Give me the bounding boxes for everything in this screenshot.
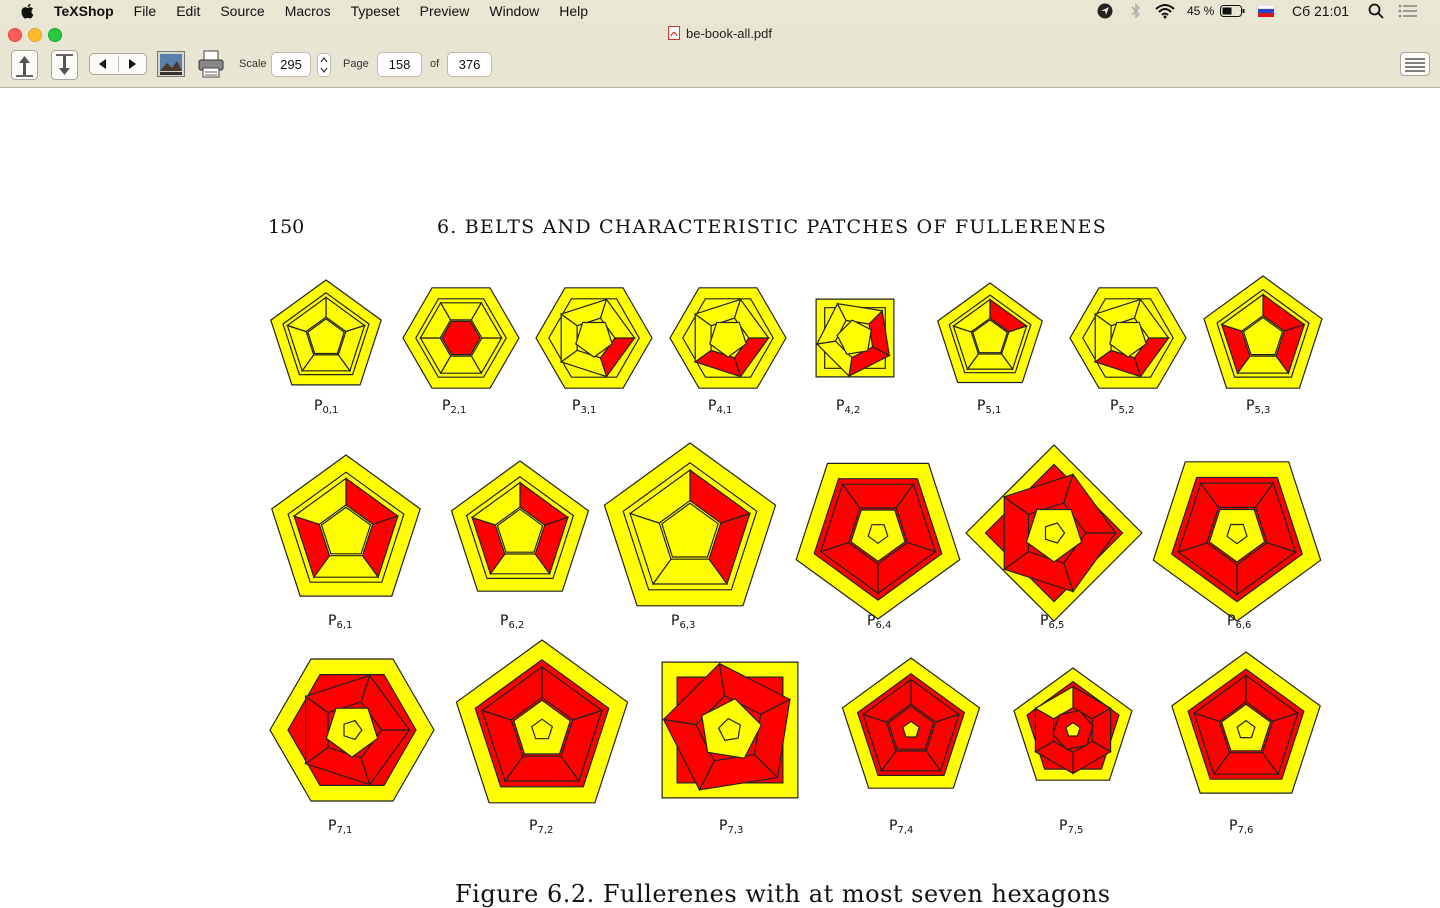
fullerene-patch	[455, 639, 629, 804]
patch-label: P0,1	[314, 398, 339, 416]
patch-label: P7,1	[328, 818, 353, 836]
patch-label: P5,3	[1246, 398, 1271, 416]
fullerene-patch	[603, 442, 777, 607]
fullerene-patch	[965, 444, 1143, 622]
fullerene-patch	[1203, 275, 1323, 389]
fullerene-patch	[669, 287, 787, 389]
fullerene-patch	[1152, 461, 1322, 622]
fullerene-patch	[271, 454, 421, 597]
patch-label: P5,1	[977, 398, 1002, 416]
patch-label: P2,1	[442, 398, 467, 416]
fullerene-patch	[936, 282, 1044, 384]
fullerene-patch	[1069, 287, 1187, 389]
fullerene-patch	[815, 298, 895, 378]
patch-label: P7,4	[889, 818, 914, 836]
patch-label: P7,3	[719, 818, 744, 836]
fullerene-figure-canvas	[269, 275, 1323, 804]
fullerene-patch	[450, 460, 590, 592]
fullerene-patch	[402, 287, 520, 389]
patch-label: P4,2	[836, 398, 861, 416]
fullerene-patch	[795, 462, 961, 620]
patch-label: P4,1	[708, 398, 733, 416]
fullerene-patch	[269, 658, 435, 802]
patch-label: P6,2	[500, 613, 525, 631]
patch-label: P7,6	[1229, 818, 1254, 836]
patch-label: P6,4	[867, 613, 892, 631]
patch-label: P6,5	[1040, 613, 1065, 631]
fullerene-patch	[841, 657, 981, 789]
patch-label: P6,6	[1227, 613, 1252, 631]
fullerene-patch	[535, 287, 653, 389]
figure-caption: Figure 6.2. Fullerenes with at most seve…	[455, 880, 1111, 908]
patch-label: P6,3	[671, 613, 696, 631]
fullerene-patch	[1171, 651, 1321, 794]
fullerene-patch	[661, 661, 799, 799]
patch-label: P6,1	[328, 613, 353, 631]
patch-label: P5,2	[1110, 398, 1135, 416]
fullerene-patch	[270, 279, 382, 386]
patch-label: P7,2	[529, 818, 554, 836]
patch-label: P3,1	[572, 398, 597, 416]
fullerene-patch	[1013, 667, 1133, 781]
patch-label: P7,5	[1059, 818, 1084, 836]
